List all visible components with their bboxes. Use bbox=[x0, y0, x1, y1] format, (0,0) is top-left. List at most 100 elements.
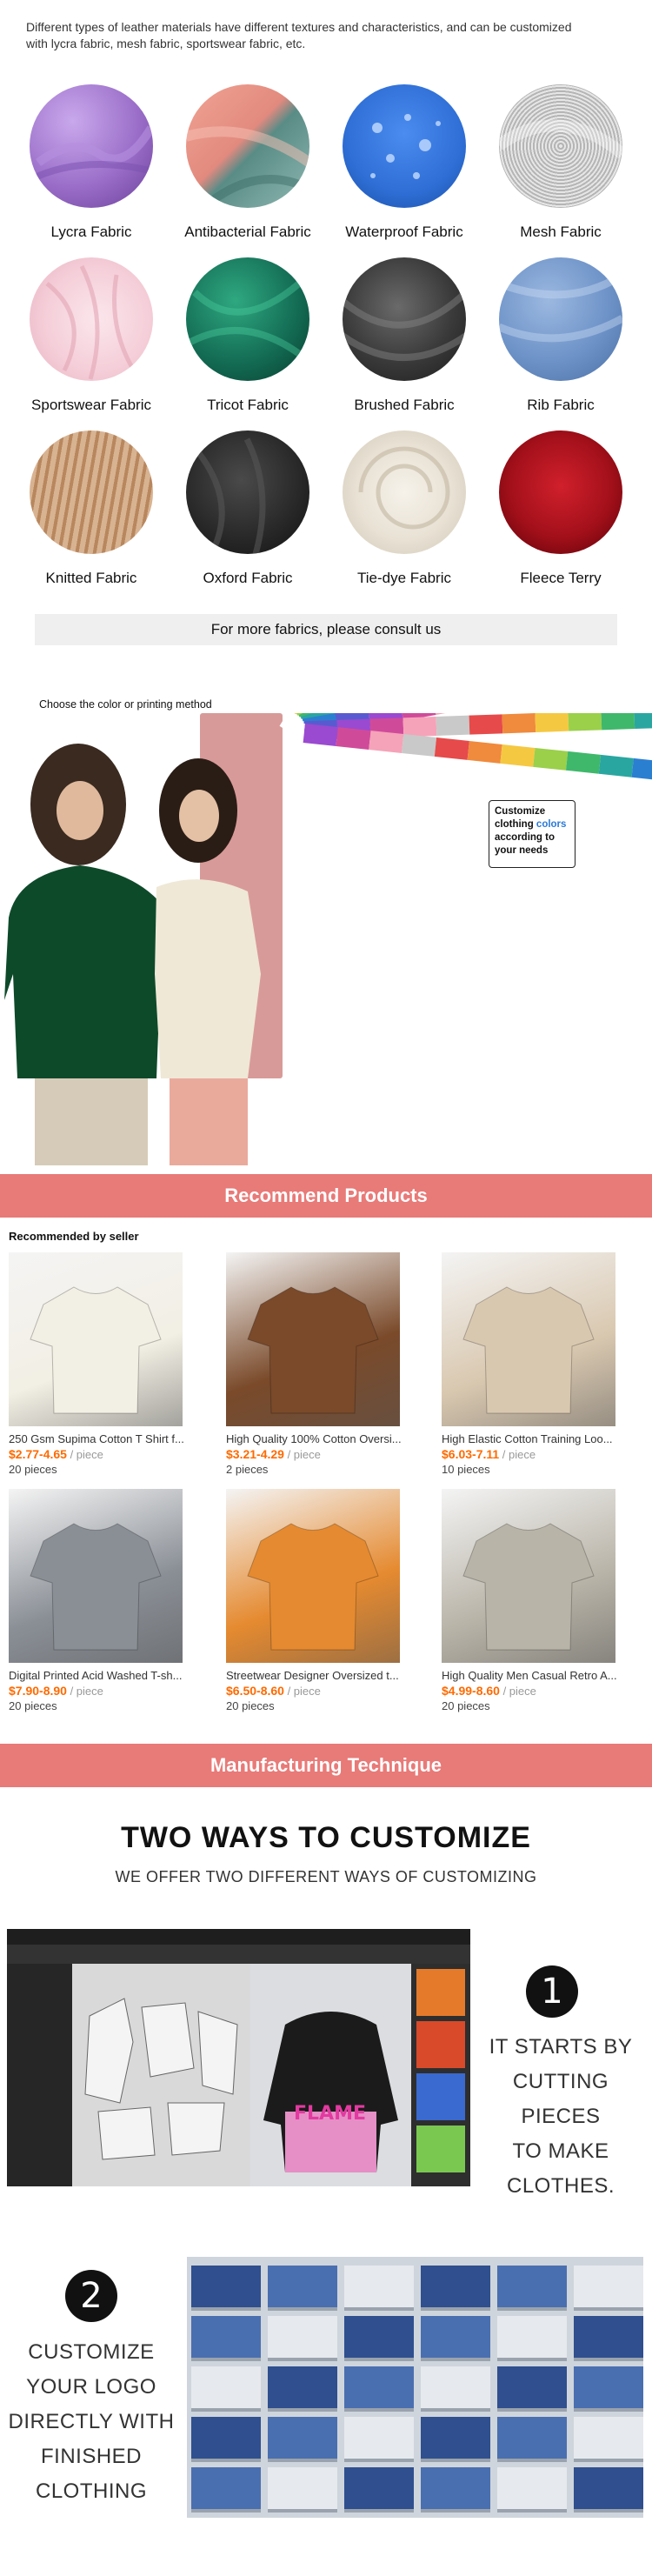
fabric-card-oxford[interactable]: Oxford Fabric bbox=[170, 430, 326, 587]
price-range: $4.99-8.60 bbox=[442, 1684, 500, 1698]
price-unit: / piece bbox=[66, 1448, 103, 1461]
variant-thumb[interactable] bbox=[416, 2021, 465, 2068]
fabric-card-mesh[interactable]: Mesh Fabric bbox=[482, 84, 639, 241]
product-image[interactable] bbox=[9, 1489, 183, 1663]
product-card[interactable]: High Quality 100% Cotton Oversi... $3.21-… bbox=[226, 1252, 435, 1476]
product-price: $4.99-8.60 / piece bbox=[442, 1684, 650, 1698]
product-name[interactable]: High Quality Men Casual Retro A... bbox=[442, 1669, 650, 1682]
software-menubar bbox=[7, 1929, 470, 1945]
fabric-label: Rib Fabric bbox=[527, 397, 595, 413]
step-text-line: YOUR LOGO bbox=[26, 2375, 156, 2399]
fabric-swatch-image bbox=[499, 430, 622, 554]
product-card[interactable]: High Elastic Cotton Training Loo... $6.03… bbox=[442, 1252, 650, 1476]
product-image[interactable] bbox=[226, 1252, 400, 1426]
product-moq: 20 pieces bbox=[442, 1699, 490, 1712]
step-2-badge: 2 bbox=[65, 2270, 117, 2322]
product-card[interactable]: Streetwear Designer Oversized t... $6.50-… bbox=[226, 1489, 435, 1712]
step-1-text: IT STARTS BY CUTTING PIECES TO MAKE CLOT… bbox=[487, 2030, 635, 2204]
fabric-swatch-image bbox=[30, 84, 153, 208]
recommended-by-seller-label: Recommended by seller bbox=[9, 1230, 139, 1243]
two-ways-title: TWO WAYS TO CUSTOMIZE bbox=[121, 1821, 531, 1854]
warehouse-photo bbox=[187, 2257, 643, 2518]
price-unit: / piece bbox=[499, 1685, 536, 1698]
price-unit: / piece bbox=[499, 1448, 536, 1461]
step-2-text: CUSTOMIZE YOUR LOGO DIRECTLY WITH FINISH… bbox=[4, 2335, 178, 2509]
fabric-label: Fleece Terry bbox=[520, 570, 602, 586]
product-price: $3.21-4.29 / piece bbox=[226, 1447, 435, 1461]
fabric-card-sportswear[interactable]: Sportswear Fabric bbox=[13, 257, 170, 414]
recommend-products-banner: Recommend Products bbox=[0, 1174, 652, 1218]
consult-button[interactable]: For more fabrics, please consult us bbox=[35, 614, 617, 645]
fabric-card-lycra[interactable]: Lycra Fabric bbox=[13, 84, 170, 241]
fabric-swatch-image bbox=[30, 430, 153, 554]
product-name[interactable]: High Quality 100% Cotton Oversi... bbox=[226, 1432, 435, 1445]
fabric-card-rib[interactable]: Rib Fabric bbox=[482, 257, 639, 414]
product-image[interactable] bbox=[442, 1252, 615, 1426]
variant-thumb[interactable] bbox=[416, 2073, 465, 2120]
fabric-swatch-image bbox=[499, 84, 622, 208]
fabric-swatch-image bbox=[499, 257, 622, 381]
step-text-line: FINISHED bbox=[40, 2445, 142, 2468]
fabric-card-antibacterial[interactable]: Antibacterial Fabric bbox=[170, 84, 326, 241]
product-image[interactable] bbox=[226, 1489, 400, 1663]
product-moq: 20 pieces bbox=[9, 1463, 57, 1476]
step-text-line: CUTTING PIECES bbox=[512, 2070, 609, 2128]
intro-text: Different types of leather materials hav… bbox=[26, 20, 572, 50]
product-card[interactable]: High Quality Men Casual Retro A... $4.99-… bbox=[442, 1489, 650, 1712]
fabric-card-waterproof[interactable]: Waterproof Fabric bbox=[326, 84, 482, 241]
design-software-screenshot: FLAME bbox=[7, 1929, 470, 2186]
fabric-swatch-image bbox=[186, 84, 309, 208]
product-image[interactable] bbox=[442, 1489, 615, 1663]
hoodie-print-text: FLAME bbox=[294, 2103, 366, 2125]
variant-thumb[interactable] bbox=[416, 2126, 465, 2172]
variant-thumb[interactable] bbox=[416, 1969, 465, 2016]
product-moq: 20 pieces bbox=[9, 1699, 57, 1712]
product-price: $6.03-7.11 / piece bbox=[442, 1447, 650, 1461]
product-card[interactable]: Digital Printed Acid Washed T-sh... $7.90… bbox=[9, 1489, 217, 1712]
fabric-swatch-image bbox=[30, 257, 153, 381]
price-range: $6.50-8.60 bbox=[226, 1684, 284, 1698]
product-card[interactable]: 250 Gsm Supima Cotton T Shirt f... $2.77-… bbox=[9, 1252, 217, 1476]
note-line: Customize bbox=[495, 806, 546, 817]
product-name[interactable]: High Elastic Cotton Training Loo... bbox=[442, 1432, 650, 1445]
fabric-label: Tricot Fabric bbox=[207, 397, 289, 413]
product-name[interactable]: Streetwear Designer Oversized t... bbox=[226, 1669, 435, 1682]
fabric-card-tricot[interactable]: Tricot Fabric bbox=[170, 257, 326, 414]
step-text-line: CUSTOMIZE bbox=[28, 2340, 155, 2364]
product-moq: 2 pieces bbox=[226, 1463, 269, 1476]
variant-thumbnails bbox=[411, 1964, 470, 2186]
product-name[interactable]: 250 Gsm Supima Cotton T Shirt f... bbox=[9, 1432, 217, 1445]
price-range: $7.90-8.90 bbox=[9, 1684, 67, 1698]
hoodie-3d-preview: FLAME bbox=[250, 1964, 411, 2186]
note-line: your needs bbox=[495, 845, 549, 856]
software-side-panel bbox=[7, 1964, 72, 2186]
step-text-line: CLOTHING bbox=[35, 2479, 147, 2503]
price-range: $6.03-7.11 bbox=[442, 1447, 500, 1461]
fabric-card-fleece[interactable]: Fleece Terry bbox=[482, 430, 639, 587]
fabric-label: Waterproof Fabric bbox=[345, 224, 463, 240]
fabric-label: Oxford Fabric bbox=[203, 570, 293, 586]
pantone-fan-illustration bbox=[4, 713, 652, 1165]
product-name[interactable]: Digital Printed Acid Washed T-sh... bbox=[9, 1669, 217, 1682]
product-moq: 20 pieces bbox=[226, 1699, 275, 1712]
manufacturing-technique-banner: Manufacturing Technique bbox=[0, 1744, 652, 1787]
step-1-badge: 1 bbox=[526, 1965, 578, 2018]
note-line: clothing bbox=[495, 819, 536, 830]
fabric-swatch-image bbox=[186, 257, 309, 381]
fabric-card-brushed[interactable]: Brushed Fabric bbox=[326, 257, 482, 414]
fabric-card-knitted[interactable]: Knitted Fabric bbox=[13, 430, 170, 587]
fabric-swatch-image bbox=[343, 84, 466, 208]
price-unit: / piece bbox=[66, 1685, 103, 1698]
fabric-swatch-image bbox=[186, 430, 309, 554]
fabric-label: Mesh Fabric bbox=[520, 224, 602, 240]
customize-note: Customize clothing colors according to y… bbox=[489, 800, 575, 868]
choose-color-label: Choose the color or printing method bbox=[39, 698, 212, 711]
software-toolbar bbox=[7, 1945, 470, 1964]
fabric-card-tiedye[interactable]: Tie-dye Fabric bbox=[326, 430, 482, 587]
fabric-swatch-image bbox=[343, 257, 466, 381]
two-ways-subtitle: WE OFFER TWO DIFFERENT WAYS OF CUSTOMIZI… bbox=[115, 1868, 537, 1885]
note-line: according to bbox=[495, 832, 556, 843]
product-image[interactable] bbox=[9, 1252, 183, 1426]
product-price: $7.90-8.90 / piece bbox=[9, 1684, 217, 1698]
product-price: $2.77-4.65 / piece bbox=[9, 1447, 217, 1461]
